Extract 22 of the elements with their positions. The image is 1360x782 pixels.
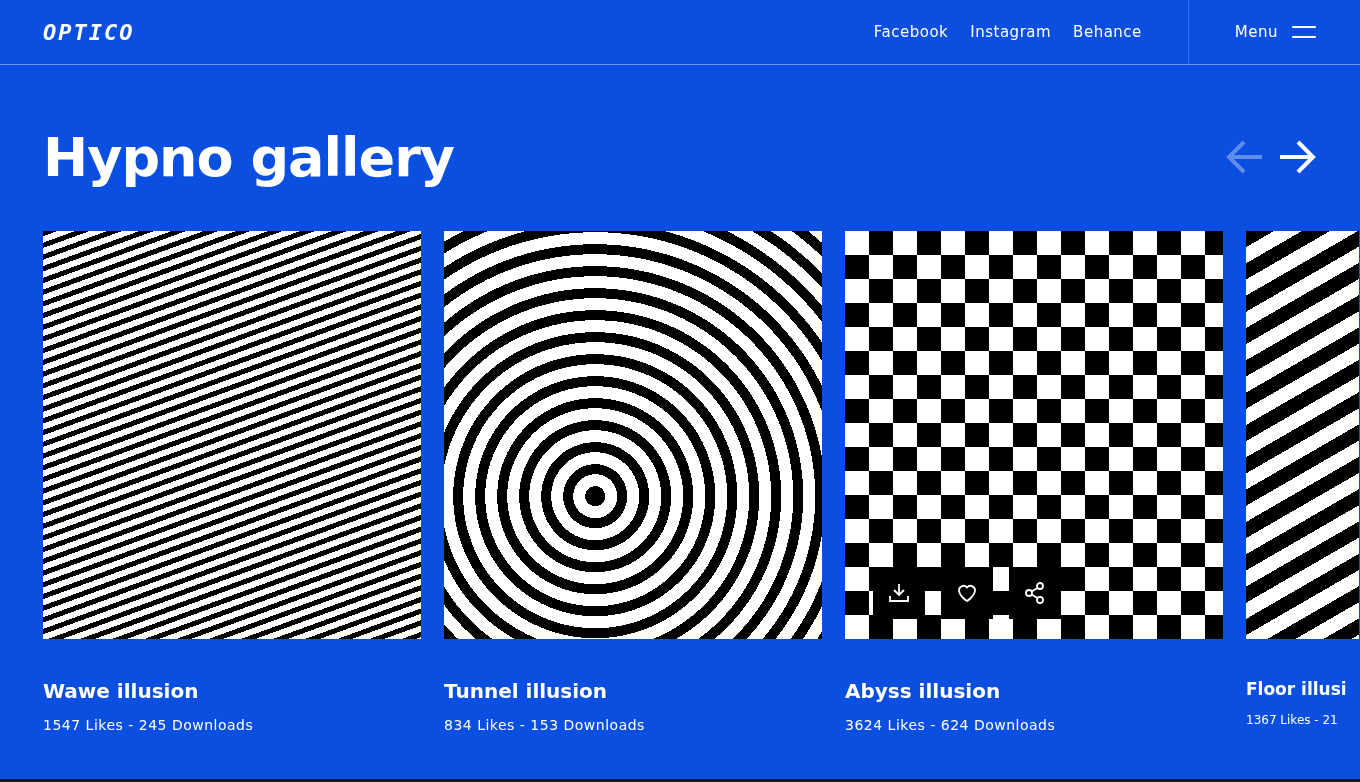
- share-icon: [1023, 581, 1047, 605]
- social-link[interactable]: Instagram: [970, 23, 1052, 41]
- illusion-title: Floor illusi: [1246, 679, 1348, 699]
- likes-downloads-count: 834 Likes - 153 Downloads: [444, 717, 646, 733]
- social-link[interactable]: Behance: [1073, 23, 1142, 41]
- illusion-image-placeholder[interactable]: [43, 231, 421, 639]
- likes-downloads-count: 1367 Likes - 21: [1246, 713, 1339, 727]
- next-button[interactable]: [1278, 140, 1316, 174]
- illusion-image-placeholder[interactable]: [1246, 231, 1359, 639]
- social-link[interactable]: Facebook: [873, 23, 949, 41]
- download-icon: [887, 581, 911, 605]
- illusion-title: Tunnel illusion: [444, 679, 609, 703]
- illusion-image-placeholder[interactable]: [845, 231, 1223, 639]
- menu-button[interactable]: Menu: [1187, 0, 1360, 64]
- logo-link[interactable]: OPTICO: [43, 19, 135, 45]
- page-title: Hypno gallery: [43, 125, 454, 189]
- illusion-title: Wawe illusion: [43, 679, 200, 703]
- likes-downloads-count: 3624 Likes - 624 Downloads: [845, 717, 1057, 733]
- menu-icon: [1292, 26, 1316, 38]
- illusion-image-placeholder[interactable]: [444, 231, 822, 639]
- likes-downloads-count: 1547 Likes - 245 Downloads: [43, 717, 255, 733]
- illusion-title: Abyss illusion: [845, 679, 1002, 703]
